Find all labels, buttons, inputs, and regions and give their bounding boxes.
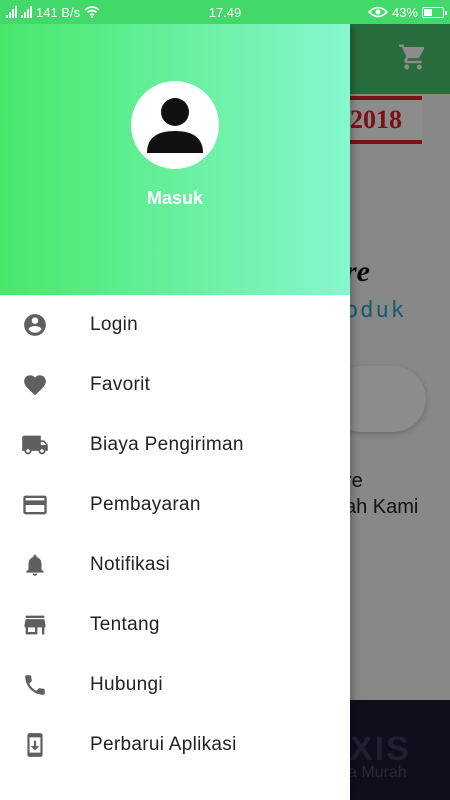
menu-label: Tentang xyxy=(90,614,160,635)
menu-label: Pembayaran xyxy=(90,494,201,515)
phone-icon xyxy=(21,671,49,699)
drawer-header: Masuk xyxy=(0,24,350,295)
eye-icon xyxy=(367,6,388,18)
menu-item-hubungi[interactable]: Hubungi xyxy=(0,655,350,715)
menu-item-pembayaran[interactable]: Pembayaran xyxy=(0,475,350,535)
wifi-icon xyxy=(84,6,100,18)
menu-label: Hubungi xyxy=(90,674,163,695)
battery-percent: 43% xyxy=(391,4,418,20)
credit-card-icon xyxy=(21,491,49,519)
login-header-title[interactable]: Masuk xyxy=(0,188,350,209)
menu-label: Login xyxy=(90,314,138,335)
signal-icon-2 xyxy=(21,6,32,18)
status-bar: 141 B/s 17.49 43% xyxy=(0,0,450,24)
menu-item-biaya-pengiriman[interactable]: Biaya Pengiriman xyxy=(0,415,350,475)
drawer-menu: Login Favorit Biaya Pengiriman Pembayara… xyxy=(0,295,350,775)
menu-item-notifikasi[interactable]: Notifikasi xyxy=(0,535,350,595)
signal-icon xyxy=(6,6,17,18)
bell-icon xyxy=(21,551,49,579)
menu-item-favorit[interactable]: Favorit xyxy=(0,355,350,415)
truck-icon xyxy=(21,431,49,459)
store-icon xyxy=(21,611,49,639)
person-icon xyxy=(147,98,203,153)
menu-label: Favorit xyxy=(90,374,151,395)
network-speed: 141 B/s xyxy=(36,4,81,20)
heart-icon xyxy=(21,371,49,399)
system-update-icon xyxy=(21,731,49,759)
battery-icon xyxy=(422,6,447,18)
avatar[interactable] xyxy=(131,81,219,169)
account-circle-icon xyxy=(21,311,49,339)
menu-item-perbarui-aplikasi[interactable]: Perbarui Aplikasi xyxy=(0,715,350,775)
menu-label: Notifikasi xyxy=(90,554,171,575)
navigation-drawer: Masuk Login Favorit Biaya Pengiriman Pem… xyxy=(0,24,350,800)
menu-item-tentang[interactable]: Tentang xyxy=(0,595,350,655)
menu-label: Perbarui Aplikasi xyxy=(90,734,237,755)
menu-item-login[interactable]: Login xyxy=(0,295,350,355)
menu-label: Biaya Pengiriman xyxy=(90,434,244,455)
